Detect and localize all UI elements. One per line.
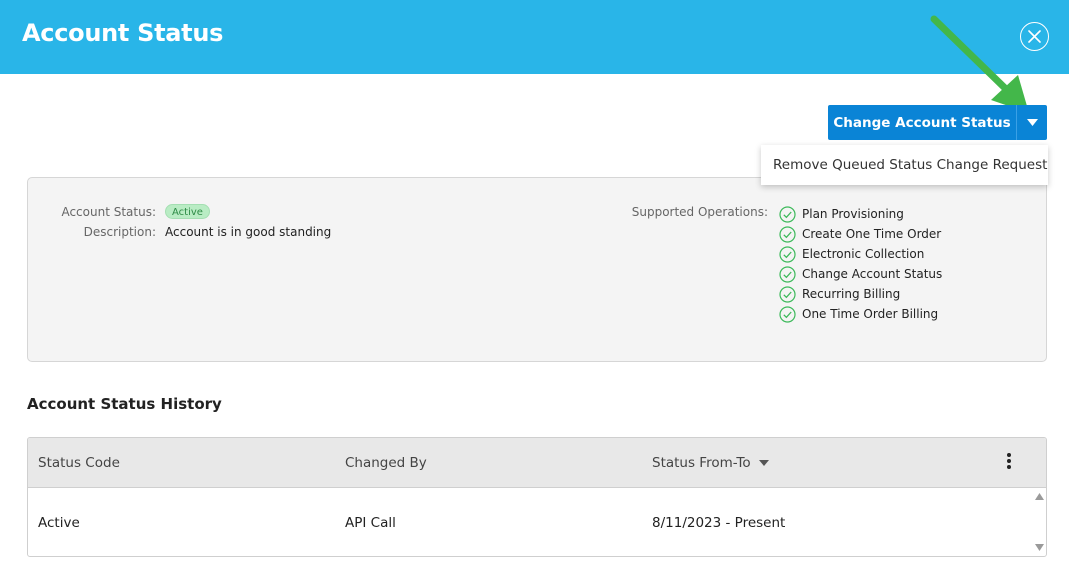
column-header-label: Status From-To [652, 455, 751, 471]
list-item: Electronic Collection [779, 244, 942, 264]
supported-operations-label: Supported Operations: [631, 205, 768, 219]
table-options-button[interactable] [1004, 453, 1014, 473]
annotation-arrow-icon [930, 15, 1029, 113]
column-header-changed-by[interactable]: Changed By [345, 455, 427, 471]
list-item: Change Account Status [779, 264, 942, 284]
list-item: Plan Provisioning [779, 204, 942, 224]
check-circle-icon [779, 245, 796, 263]
menu-item-remove-queued-request[interactable]: Remove Queued Status Change Request [773, 157, 1047, 173]
operation-label: One Time Order Billing [802, 307, 939, 321]
status-dropdown-menu: Remove Queued Status Change Request [761, 145, 1048, 185]
change-account-status-split-button: Change Account Status [828, 105, 1047, 140]
scroll-up-icon[interactable] [1035, 493, 1044, 500]
table-row[interactable]: Active API Call 8/11/2023 - Present [28, 488, 1028, 556]
column-header-status-from-to[interactable]: Status From-To [652, 455, 769, 471]
operation-label: Recurring Billing [802, 287, 901, 301]
column-header-label: Changed By [345, 455, 427, 471]
operation-label: Electronic Collection [802, 247, 925, 261]
operation-label: Create One Time Order [802, 227, 942, 241]
cell-changed-by: API Call [345, 515, 396, 531]
history-section-title: Account Status History [27, 395, 222, 413]
dialog-title: Account Status [22, 19, 224, 47]
account-status-label: Account Status: [61, 205, 156, 219]
dialog-header: Account Status [0, 0, 1069, 74]
caret-down-icon [1026, 119, 1038, 126]
scroll-down-icon[interactable] [1035, 544, 1044, 551]
column-header-label: Status Code [38, 455, 120, 471]
table-scrollbar[interactable] [1031, 488, 1046, 556]
supported-operations-list: Plan Provisioning Create One Time Order … [779, 204, 942, 324]
cell-status-from-to: 8/11/2023 - Present [652, 515, 786, 531]
check-circle-icon [779, 225, 796, 243]
account-status-panel: Account Status: Active Description: Acco… [27, 177, 1047, 362]
column-header-status-code[interactable]: Status Code [38, 455, 120, 471]
list-item: Create One Time Order [779, 224, 942, 244]
list-item: One Time Order Billing [779, 304, 942, 324]
operation-label: Plan Provisioning [802, 207, 904, 221]
change-account-status-button[interactable]: Change Account Status [828, 105, 1016, 140]
check-circle-icon [779, 205, 796, 223]
description-label: Description: [83, 225, 156, 239]
check-circle-icon [779, 265, 796, 283]
cell-status-code: Active [38, 515, 80, 531]
kebab-menu-icon [1004, 453, 1014, 469]
table-header: Status Code Changed By Status From-To [28, 438, 1046, 488]
check-circle-icon [779, 285, 796, 303]
description-value: Account is in good standing [165, 225, 332, 239]
status-history-table: Status Code Changed By Status From-To Ac… [27, 437, 1047, 557]
operation-label: Change Account Status [802, 267, 943, 281]
status-badge: Active [165, 204, 210, 219]
sort-desc-icon [758, 460, 769, 466]
list-item: Recurring Billing [779, 284, 942, 304]
check-circle-icon [779, 305, 796, 323]
change-status-dropdown-toggle[interactable] [1016, 105, 1047, 140]
